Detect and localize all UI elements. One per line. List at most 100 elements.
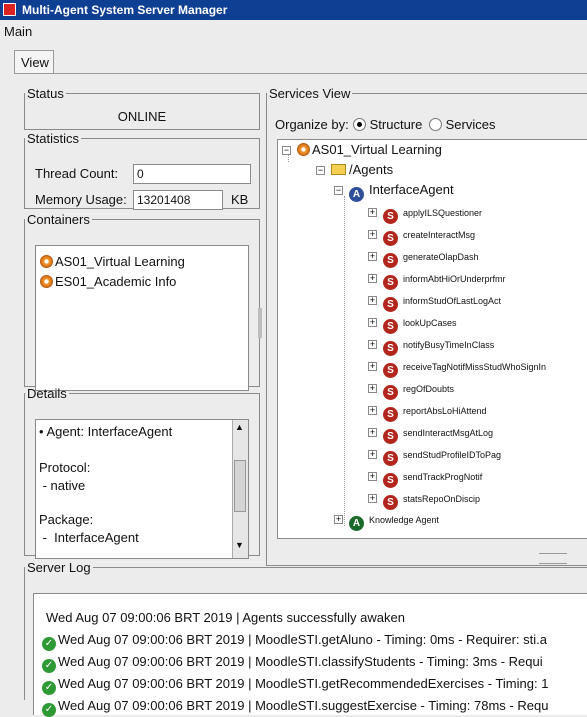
containers-panel: Containers AS01_Virtual Learning ES01_Ac… (24, 212, 260, 391)
radio-services-label: Services (445, 117, 496, 132)
radio-structure[interactable]: Structure (353, 117, 422, 132)
details-agent: • Agent: InterfaceAgent (39, 424, 173, 439)
tree-service-item[interactable]: + SstatsRepoOnDiscip (368, 491, 480, 510)
tree-agents-folder[interactable]: − /Agents (316, 162, 393, 177)
radio-services[interactable]: Services (429, 117, 495, 132)
scroll-down-icon[interactable]: ▼ (235, 540, 244, 550)
collapse-icon[interactable]: − (334, 186, 343, 195)
scroll-up-icon[interactable]: ▲ (235, 422, 244, 432)
details-package-value: - InterfaceAgent (39, 530, 139, 545)
expand-icon[interactable]: + (368, 252, 377, 261)
details-scrollbar[interactable]: ▲ ▼ (232, 420, 248, 558)
service-icon: S (383, 275, 398, 290)
service-label: sendTrackProgNotif (403, 472, 483, 482)
service-icon: S (383, 451, 398, 466)
expand-icon[interactable]: + (368, 230, 377, 239)
service-label: generateOlapDash (403, 252, 479, 262)
window-title: Multi-Agent System Server Manager (22, 3, 228, 17)
tree-service-item[interactable]: + SnotifyBusyTimeInClass (368, 337, 494, 356)
log-entry-text: Wed Aug 07 09:00:06 BRT 2019 | MoodleSTI… (58, 698, 549, 713)
collapse-icon[interactable]: − (282, 146, 291, 155)
service-icon: S (383, 209, 398, 224)
tree-service-item[interactable]: + SreportAbsLoHiAttend (368, 403, 487, 422)
service-icon: S (383, 429, 398, 444)
container-item[interactable]: AS01_Virtual Learning (40, 254, 185, 269)
expand-icon[interactable]: + (368, 428, 377, 437)
service-icon: S (383, 319, 398, 334)
memory-usage-field[interactable]: 13201408 (133, 190, 223, 210)
tree-service-item[interactable]: + SsendTrackProgNotif (368, 469, 482, 488)
tree-guide (344, 196, 345, 526)
thread-count-field[interactable]: 0 (133, 164, 251, 184)
service-label: sendInteractMsgAtLog (403, 428, 494, 438)
containers-list[interactable]: AS01_Virtual Learning ES01_Academic Info (35, 245, 249, 391)
tree-service-item[interactable]: + SsendStudProfileIDToPag (368, 447, 501, 466)
service-icon: S (383, 385, 398, 400)
tree-service-item[interactable]: + ScreateInteractMsg (368, 227, 475, 246)
container-item[interactable]: ES01_Academic Info (40, 274, 176, 289)
vertical-splitter[interactable] (258, 308, 262, 338)
organize-by-label: Organize by: (275, 117, 349, 132)
log-entry: Wed Aug 07 09:00:06 BRT 2019 | Agents su… (46, 610, 405, 625)
title-bar[interactable]: Multi-Agent System Server Manager (0, 0, 587, 20)
tree-service-item[interactable]: + SapplyILSQuestioner (368, 205, 482, 224)
container-label: ES01_Academic Info (55, 274, 177, 289)
tree-service-item[interactable]: + SgenerateOlapDash (368, 249, 479, 268)
expand-icon[interactable]: + (368, 296, 377, 305)
details-legend: Details (27, 386, 67, 401)
tree-service-item[interactable]: + SlookUpCases (368, 315, 457, 334)
status-value: ONLINE (117, 109, 167, 124)
container-icon (40, 255, 53, 268)
details-protocol-value: - native (39, 478, 86, 493)
service-label: lookUpCases (403, 318, 457, 328)
tree-service-item[interactable]: + SinformStudOfLastLogAct (368, 293, 501, 312)
agent-icon: A (349, 187, 364, 202)
expand-icon[interactable]: + (368, 318, 377, 327)
expand-icon[interactable]: + (368, 208, 377, 217)
details-package-label: Package: (39, 512, 94, 527)
collapse-icon[interactable]: − (316, 166, 325, 175)
folder-icon (331, 164, 346, 175)
tree-agents-label: /Agents (349, 162, 394, 177)
tree-service-item[interactable]: + SreceiveTagNotifMissStudWhoSignIn (368, 359, 546, 378)
containers-legend: Containers (27, 212, 90, 227)
scroll-thumb[interactable] (234, 460, 246, 512)
tree-service-item[interactable]: + SsendInteractMsgAtLog (368, 425, 493, 444)
radio-structure-icon (353, 118, 366, 131)
tree-service-item[interactable]: + SinformAbtHiOrUnderprfmr (368, 271, 506, 290)
memory-unit: KB (231, 192, 249, 207)
expand-icon[interactable]: + (368, 340, 377, 349)
details-text[interactable]: • Agent: InterfaceAgent Protocol: - nati… (35, 419, 249, 559)
service-icon: S (383, 297, 398, 312)
success-check-icon: ✓ (42, 703, 56, 717)
expand-icon[interactable]: + (368, 450, 377, 459)
services-tree[interactable]: − AS01_Virtual Learning −/Agents − A Interf… (277, 139, 587, 539)
thread-count-label: Thread Count: (35, 166, 119, 181)
tree-interface-agent[interactable]: − A InterfaceAgent (334, 182, 454, 202)
service-icon: S (383, 253, 398, 268)
expand-icon[interactable]: + (368, 274, 377, 283)
service-label: createInteractMsg (403, 230, 476, 240)
tree-knowledge-agent[interactable]: + A Knowledge Agent (334, 512, 439, 531)
expand-icon[interactable]: + (368, 362, 377, 371)
service-label: statsRepoOnDiscip (403, 494, 481, 504)
services-view-legend: Services View (269, 86, 351, 101)
expand-icon[interactable]: + (368, 406, 377, 415)
service-icon: S (383, 363, 398, 378)
tree-interface-agent-label: InterfaceAgent (369, 182, 454, 197)
menu-main[interactable]: Main (4, 24, 32, 39)
expand-icon[interactable]: + (368, 494, 377, 503)
tree-service-item[interactable]: + SregOfDoubts (368, 381, 454, 400)
expand-icon[interactable]: + (334, 515, 343, 524)
expand-icon[interactable]: + (368, 384, 377, 393)
agent-icon: A (349, 516, 364, 531)
log-entry: ✓ Wed Aug 07 09:00:06 BRT 2019 | MoodleST… (42, 632, 547, 651)
expand-icon[interactable]: + (368, 472, 377, 481)
server-log-list[interactable]: Wed Aug 07 09:00:06 BRT 2019 | Agents su… (33, 593, 587, 717)
splitter-grip[interactable] (539, 553, 567, 554)
details-protocol-label: Protocol: (39, 460, 91, 475)
tab-view[interactable]: View (14, 50, 54, 74)
tree-root[interactable]: − AS01_Virtual Learning (282, 142, 442, 157)
details-panel: Details • Agent: InterfaceAgent Protocol… (24, 386, 260, 559)
log-entry-text: Wed Aug 07 09:00:06 BRT 2019 | MoodleSTI… (58, 676, 549, 691)
